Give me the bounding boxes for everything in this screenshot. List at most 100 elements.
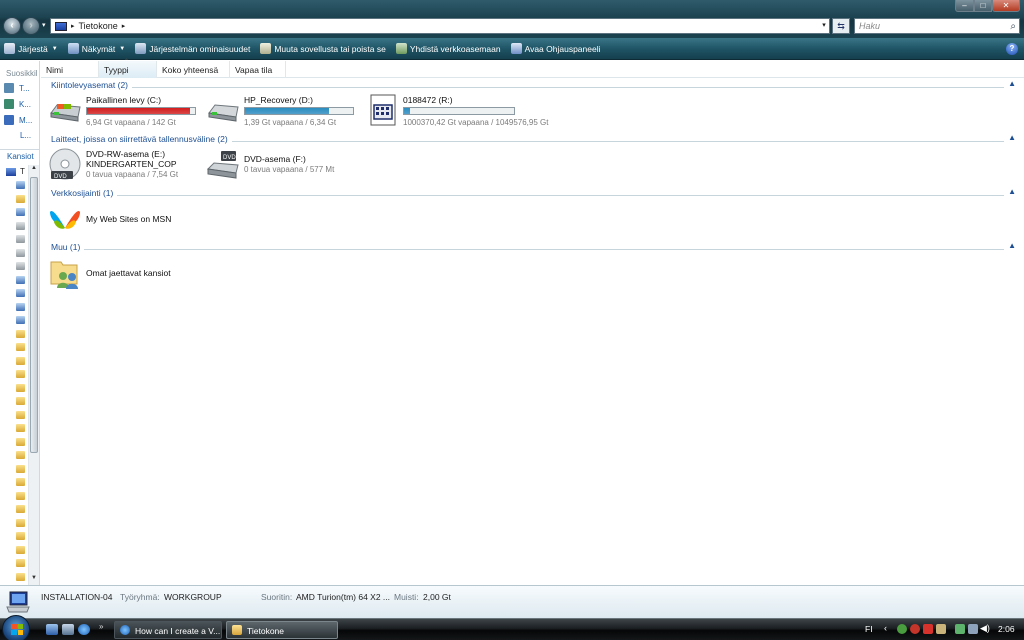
tree-item[interactable] <box>0 557 28 571</box>
group-header-hard-drives[interactable]: Kiintolevyasemat (2) ▲ <box>51 79 1016 92</box>
group-header-removable-storage[interactable]: Laitteet, joissa on siirrettävä tallennu… <box>51 133 1016 146</box>
drive-item-e[interactable]: DVD DVD-RW-asema (E:) KINDERGARTEN_COP 0… <box>48 147 198 183</box>
computer-icon <box>6 591 30 613</box>
tree-item[interactable] <box>0 341 28 355</box>
tree-item[interactable] <box>0 517 28 531</box>
tree-item[interactable] <box>0 314 28 328</box>
tree-item[interactable] <box>0 247 28 261</box>
tray-connection-icon[interactable] <box>955 624 965 634</box>
tree-item[interactable] <box>0 530 28 544</box>
drive-item-r[interactable]: 0188472 (R:) 1000370,42 Gt vapaana / 104… <box>365 93 575 129</box>
tree-item[interactable] <box>0 260 28 274</box>
uninstall-program-button[interactable]: Muuta sovellusta tai poista se <box>260 43 386 54</box>
tree-item[interactable] <box>0 382 28 396</box>
tree-item[interactable] <box>0 544 28 558</box>
column-header-type[interactable]: ⌃ Tyyppi <box>99 59 157 78</box>
close-button[interactable]: ✕ <box>992 0 1020 12</box>
tree-item[interactable] <box>0 503 28 517</box>
favorite-link-pictures[interactable]: K... <box>4 99 31 109</box>
collapse-group-icon[interactable]: ▲ <box>1008 241 1016 250</box>
tree-item[interactable] <box>0 301 28 315</box>
tree-item[interactable] <box>0 193 28 207</box>
column-header-free-space[interactable]: Vapaa tila <box>230 61 286 78</box>
drive-item-f[interactable]: DVD DVD-asema (F:) 0 tavua vapaana / 577… <box>206 147 356 183</box>
tree-item[interactable] <box>0 571 28 585</box>
maximize-button[interactable]: □ <box>974 0 992 12</box>
tree-item[interactable] <box>0 206 28 220</box>
collapse-group-icon[interactable]: ▲ <box>1008 133 1016 142</box>
drive-item-c[interactable]: Paikallinen levy (C:) 6,94 Gt vapaana / … <box>48 93 203 129</box>
tree-item[interactable] <box>0 233 28 247</box>
search-input[interactable]: Haku ⌕ <box>854 18 1020 34</box>
map-network-drive-button[interactable]: Yhdistä verkkoasemaan <box>395 43 501 54</box>
drive-item-d[interactable]: HP_Recovery (D:) 1,39 Gt vapaana / 6,34 … <box>206 93 366 129</box>
scrollbar-thumb[interactable] <box>30 177 38 453</box>
tree-item[interactable] <box>0 220 28 234</box>
taskbar-button-computer[interactable]: Tietokone <box>226 621 338 639</box>
tree-item[interactable] <box>0 476 28 490</box>
open-control-panel-button[interactable]: Avaa Ohjauspaneeli <box>510 43 601 54</box>
address-bar[interactable]: ▸ Tietokone ▸ <box>50 18 830 34</box>
tray-application-icon[interactable] <box>936 624 946 634</box>
favorite-link-music[interactable]: M... <box>4 115 32 125</box>
tree-item[interactable] <box>0 436 28 450</box>
start-button[interactable] <box>2 615 30 640</box>
tree-item[interactable] <box>0 449 28 463</box>
tray-power-icon[interactable] <box>968 624 978 634</box>
drive-name: DVD-asema (F:) <box>244 154 306 164</box>
clock[interactable]: 2:06 <box>998 624 1015 634</box>
recent-pages-dropdown[interactable]: ▾ <box>42 21 46 29</box>
breadcrumb-separator-icon[interactable]: ▸ <box>122 22 126 30</box>
tree-item[interactable] <box>0 368 28 382</box>
system-properties-button[interactable]: Järjestelmän ominaisuudet <box>135 43 250 54</box>
tree-item[interactable] <box>0 287 28 301</box>
tray-network-icon[interactable] <box>897 624 907 634</box>
column-header-name[interactable]: Nimi <box>41 61 99 78</box>
show-desktop-icon[interactable] <box>46 624 58 635</box>
taskbar-button-browser[interactable]: How can I create a V... <box>114 621 222 639</box>
minimize-button[interactable]: – <box>955 0 974 12</box>
group-header-other[interactable]: Muu (1) ▲ <box>51 241 1016 254</box>
collapse-group-icon[interactable]: ▲ <box>1008 187 1016 196</box>
tree-item[interactable] <box>0 422 28 436</box>
group-title: Laitteet, joissa on siirrettävä tallennu… <box>51 134 232 144</box>
tree-item[interactable] <box>0 409 28 423</box>
group-header-network-location[interactable]: Verkkosijainti (1) ▲ <box>51 187 1016 200</box>
forward-button[interactable]: › <box>22 17 40 35</box>
organize-button[interactable]: Järjestä ▼ <box>4 43 58 54</box>
search-icon[interactable]: ⌕ <box>1010 20 1016 34</box>
switch-windows-icon[interactable] <box>62 624 74 635</box>
tree-item-computer[interactable]: T <box>6 167 25 176</box>
scroll-up-icon[interactable]: ▲ <box>29 165 39 175</box>
breadcrumb-computer[interactable]: Tietokone <box>79 21 118 31</box>
tray-application-icon[interactable] <box>923 624 933 634</box>
show-hidden-icons-icon[interactable]: ‹ <box>884 623 887 633</box>
volume-icon[interactable]: ◀) <box>980 623 990 634</box>
tree-item[interactable] <box>0 490 28 504</box>
tree-item[interactable] <box>0 355 28 369</box>
internet-explorer-icon[interactable] <box>78 624 90 635</box>
favorite-link-documents[interactable]: T... <box>4 83 30 93</box>
navigation-scrollbar[interactable]: ▲ ▼ <box>28 165 39 585</box>
address-dropdown-button[interactable]: ▾ <box>818 19 830 33</box>
tree-item[interactable] <box>0 328 28 342</box>
views-button[interactable]: Näkymät ▼ <box>67 43 125 54</box>
network-item-msn[interactable]: My Web Sites on MSN <box>48 202 188 236</box>
column-header-total-size[interactable]: Koko yhteensä <box>157 61 230 78</box>
scroll-down-icon[interactable]: ▼ <box>29 575 39 585</box>
collapse-group-icon[interactable]: ▲ <box>1008 79 1016 88</box>
folders-header[interactable]: Kansiot <box>0 149 39 163</box>
refresh-button[interactable]: ⇆ <box>832 18 850 34</box>
breadcrumb-separator-icon[interactable]: ▸ <box>71 22 75 30</box>
tree-item[interactable] <box>0 274 28 288</box>
quick-launch-more-icon[interactable]: » <box>99 622 103 631</box>
tree-item[interactable] <box>0 395 28 409</box>
tree-item[interactable] <box>0 463 28 477</box>
language-indicator[interactable]: FI <box>865 624 873 634</box>
shared-folders-item[interactable]: Omat jaettavat kansiot <box>48 256 188 292</box>
help-button[interactable]: ? <box>1006 43 1018 55</box>
favorite-link-more[interactable]: L... <box>20 131 31 140</box>
back-button[interactable]: ‹ <box>3 17 21 35</box>
tree-item[interactable] <box>0 179 28 193</box>
tray-security-icon[interactable] <box>910 624 920 634</box>
